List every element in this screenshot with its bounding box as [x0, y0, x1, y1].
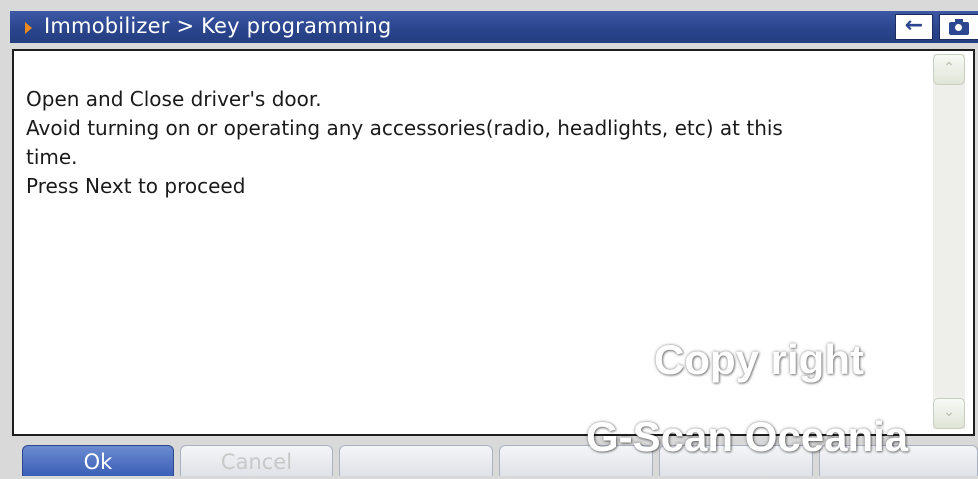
back-button[interactable]: ← — [895, 14, 933, 40]
vertical-scrollbar[interactable]: ⌃ ⌄ — [933, 54, 965, 429]
title-bar: Immobilizer > Key programming ← — [10, 11, 978, 43]
ok-button[interactable]: Ok — [22, 445, 174, 476]
message-line: time. — [26, 145, 78, 169]
scroll-up-button[interactable]: ⌃ — [933, 54, 965, 85]
title-arrow-icon — [25, 22, 32, 34]
scroll-down-button[interactable]: ⌄ — [933, 398, 965, 429]
cancel-button[interactable]: Cancel — [180, 445, 333, 476]
function-button-3[interactable] — [339, 445, 493, 476]
watermark-line-1: Copy right — [654, 336, 864, 383]
page-title: Immobilizer > Key programming — [44, 14, 392, 38]
instruction-text: Open and Close driver's door. Avoid turn… — [26, 85, 906, 201]
watermark-line-2: G-Scan Oceania — [586, 413, 909, 460]
chevron-down-icon: ⌄ — [943, 404, 955, 420]
screenshot-button[interactable] — [939, 14, 978, 40]
message-line: Avoid turning on or operating any access… — [26, 116, 783, 140]
back-arrow-icon: ← — [904, 13, 924, 38]
message-line: Open and Close driver's door. — [26, 87, 322, 111]
chevron-up-icon: ⌃ — [943, 60, 955, 76]
message-line: Press Next to proceed — [26, 174, 246, 198]
